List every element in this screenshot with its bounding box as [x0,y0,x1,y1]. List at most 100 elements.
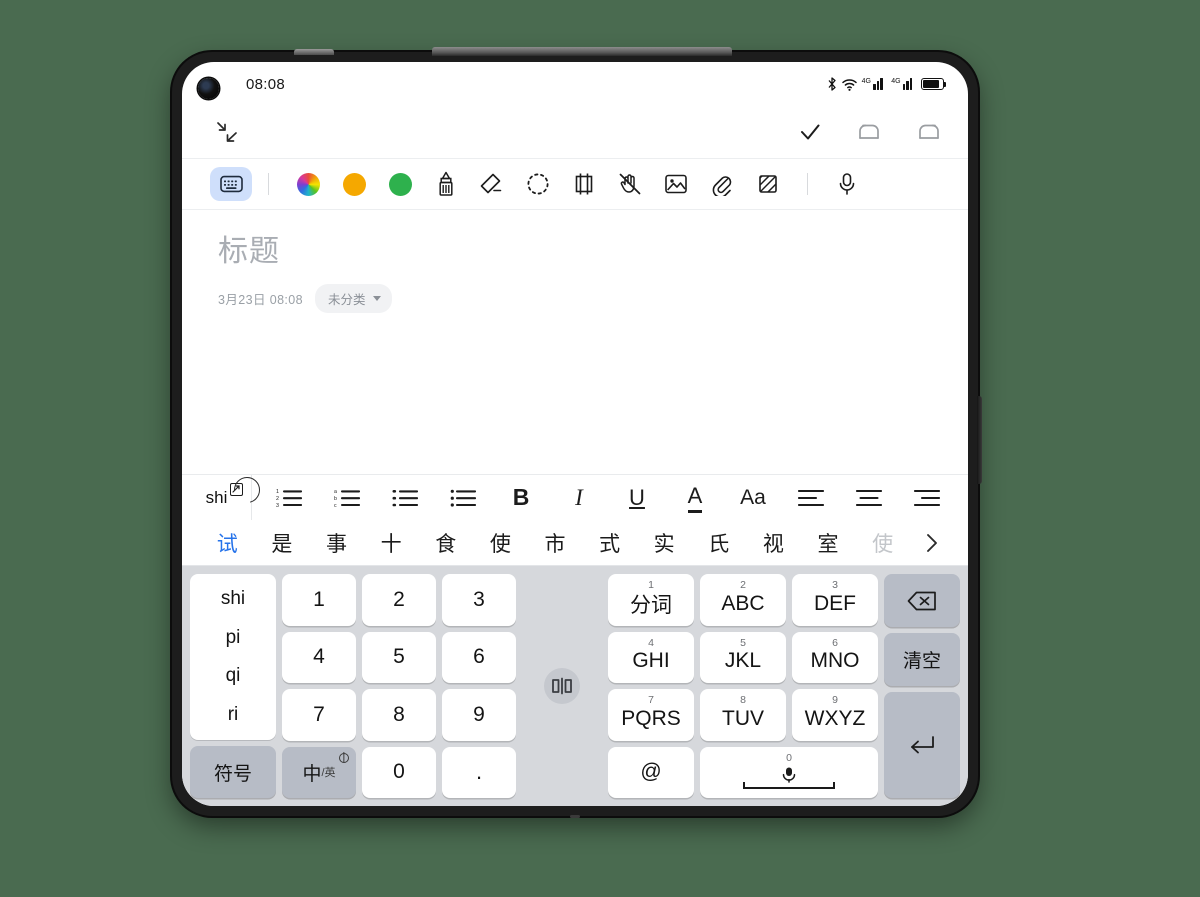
candidate-item[interactable]: 实 [637,528,692,558]
keyboard-icon[interactable] [210,167,252,201]
candidate-item[interactable]: 使 [855,528,910,558]
at-key[interactable]: @ [608,746,694,798]
underline-button[interactable]: U [608,475,666,521]
status-bar-icons: 4G 4G [827,77,947,91]
italic-button[interactable]: I [550,475,608,521]
candidate-item[interactable]: 使 [473,528,528,558]
pen-icon[interactable] [423,163,469,205]
redo-icon[interactable] [916,121,942,143]
undo-icon[interactable] [856,121,882,143]
candidate-item[interactable]: 室 [801,528,856,558]
pinyin-option[interactable]: qi [190,657,276,696]
candidate-item[interactable]: 视 [746,528,801,558]
bold-button[interactable]: B [492,475,550,521]
key-6[interactable]: 6 [442,631,516,683]
key-period[interactable]: . [442,746,516,798]
note-category-label: 未分类 [328,293,366,307]
letter-key-GHI[interactable]: 4 GHI [608,631,694,683]
svg-text:b: b [334,496,337,502]
letter-key-label: 分词 [630,593,672,617]
letter-key-JKL[interactable]: 5 JKL [700,631,786,683]
note-content-area[interactable]: 标题 3月23日 08:08 未分类 [182,210,968,313]
microphone-icon[interactable] [743,766,835,789]
pinyin-compose-tab[interactable]: shi [182,475,260,521]
letter-key-PQRS[interactable]: 7 PQRS [608,689,694,741]
key-3[interactable]: 3 [442,574,516,626]
key-5[interactable]: 5 [362,631,436,683]
candidate-item[interactable]: 市 [528,528,583,558]
key-1-label: 1 [313,587,325,611]
pinyin-option[interactable]: ri [190,696,276,735]
enter-key[interactable] [884,692,960,798]
pinyin-option[interactable]: pi [190,619,276,658]
bulleted-list-icon[interactable] [376,475,434,521]
confirm-check-icon[interactable] [798,120,822,144]
palm-reject-icon[interactable] [607,163,653,205]
space-key[interactable]: 0 [700,746,878,798]
symbol-key[interactable]: 符号 [190,746,276,798]
letter-key-number: 3 [832,579,838,591]
align-right-button[interactable] [898,475,956,521]
image-icon[interactable] [653,163,699,205]
crop-frame-icon[interactable] [561,163,607,205]
letter-key-分词[interactable]: 1 分词 [608,574,694,626]
letter-key-label: TUV [722,706,764,730]
wifi-icon [841,78,857,91]
text-color-button[interactable]: A [666,475,724,521]
attachment-icon[interactable] [699,163,745,205]
font-size-button[interactable]: Aa [724,475,782,521]
eraser-icon[interactable] [469,163,515,205]
checklist-icon[interactable] [434,475,492,521]
letter-key-number: 1 [648,579,654,591]
ordered-list-alpha-icon[interactable]: a b c [318,475,376,521]
candidate-item[interactable]: 试 [200,528,255,558]
align-left-button[interactable] [782,475,840,521]
letter-key-MNO[interactable]: 6 MNO [792,631,878,683]
key-4[interactable]: 4 [282,631,356,683]
device-side-button[interactable] [977,396,982,484]
candidate-expand-icon[interactable] [910,532,954,554]
candidate-item[interactable]: 是 [255,528,310,558]
candidate-item[interactable]: 十 [364,528,419,558]
pinyin-option[interactable]: shi [190,580,276,619]
letter-key-label: DEF [814,591,856,615]
language-switch-key[interactable]: 中/英 [282,746,356,798]
key-8[interactable]: 8 [362,689,436,741]
align-center-button[interactable] [840,475,898,521]
color-wheel-icon[interactable] [285,163,331,205]
key-7[interactable]: 7 [282,689,356,741]
key-1[interactable]: 1 [282,574,356,626]
key-9[interactable]: 9 [442,689,516,741]
note-category-chip[interactable]: 未分类 [315,284,392,313]
key-2[interactable]: 2 [362,574,436,626]
split-keyboard-icon[interactable] [544,668,580,704]
letter-key-ABC[interactable]: 2 ABC [700,574,786,626]
pinyin-suggestion-list: shi pi qi ri [190,574,276,740]
letter-key-number: 4 [648,636,654,649]
candidate-item[interactable]: 式 [582,528,637,558]
key-0[interactable]: 0 [362,746,436,798]
note-title[interactable]: 标题 [218,226,936,270]
clear-key[interactable]: 清空 [884,633,960,686]
microphone-icon[interactable] [824,163,870,205]
letter-key-TUV[interactable]: 8 TUV [700,689,786,741]
ordered-list-number-icon[interactable]: 1 2 3 [260,475,318,521]
template-icon[interactable] [745,163,791,205]
candidate-item[interactable]: 食 [418,528,473,558]
numpad-column-2: 2 5 8 0 [362,574,436,798]
collapse-arrows-icon[interactable] [214,119,240,145]
backspace-key[interactable] [884,574,960,627]
color-swatch-orange[interactable] [331,163,377,205]
letter-key-label: ABC [721,591,765,615]
letter-key-WXYZ[interactable]: 9 WXYZ [792,689,878,741]
candidate-item[interactable]: 事 [309,528,364,558]
bluetooth-icon [827,77,837,91]
candidate-item[interactable]: 氏 [691,528,746,558]
lasso-select-icon[interactable] [515,163,561,205]
underline-label: U [629,484,645,510]
letter-key-label: WXYZ [804,706,866,730]
signal-icon: 4G [862,78,887,90]
color-swatch-green[interactable] [377,163,423,205]
letter-key-label: JKL [724,649,762,673]
letter-key-DEF[interactable]: 3 DEF [792,574,878,626]
